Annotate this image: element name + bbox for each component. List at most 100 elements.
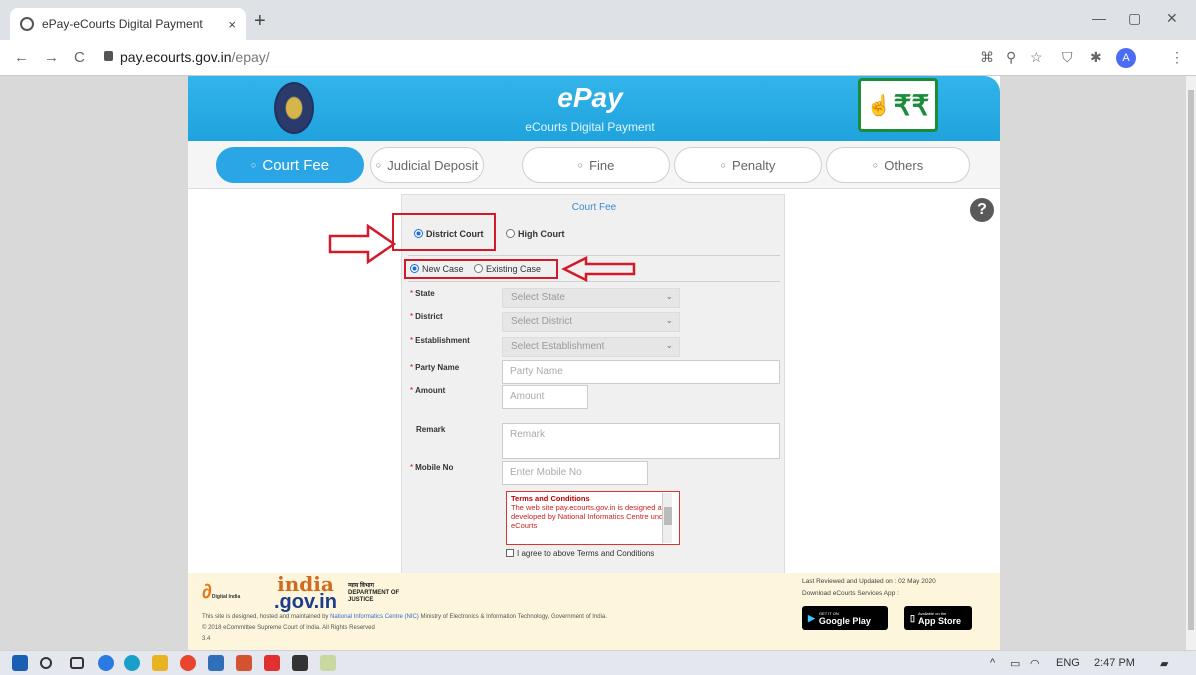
radio-label: High Court <box>518 229 565 239</box>
tab-judicial-deposit[interactable]: ○ Judicial Deposit <box>370 147 484 183</box>
app-icon[interactable] <box>292 655 308 671</box>
mobile-input[interactable]: Enter Mobile No <box>502 461 648 485</box>
task-view-icon[interactable] <box>70 657 84 669</box>
browser-tab-bar: ePay-eCourts Digital Payment × + — ▢ ✕ <box>0 0 1196 40</box>
select-value: Select Establishment <box>511 341 605 352</box>
translate-icon[interactable]: ⌘ <box>980 49 994 66</box>
browser-menu-icon[interactable]: ⋮ <box>1170 49 1184 66</box>
amount-input[interactable]: Amount <box>502 385 588 409</box>
notification-icon[interactable]: ▰ <box>1160 657 1168 670</box>
search-icon[interactable] <box>40 657 52 669</box>
app-store-button[interactable]: ▯ Available on the App Store <box>904 606 972 630</box>
wifi-icon[interactable]: ◠ <box>1030 657 1040 670</box>
url-field[interactable]: pay.ecourts.gov.in/epay/ <box>120 49 270 65</box>
district-select[interactable]: Select District ⌄ <box>502 312 680 332</box>
label-text: District <box>415 312 443 321</box>
page-scroll-thumb[interactable] <box>1188 90 1194 630</box>
page-footer: ∂Digital India india .gov.in न्याय विभाग D… <box>188 573 1000 650</box>
footer-version: 3.4 <box>202 636 211 642</box>
maximize-button[interactable]: ▢ <box>1128 10 1141 27</box>
court-emblem-logo <box>274 82 314 134</box>
chrome-icon[interactable] <box>180 655 196 671</box>
powerpoint-icon[interactable] <box>236 655 252 671</box>
terms-box[interactable]: Terms and Conditions The web site pay.ec… <box>506 491 680 545</box>
tab-title: ePay-eCourts Digital Payment <box>42 17 203 31</box>
existing-case-radio[interactable]: Existing Case <box>474 264 541 274</box>
edge-icon[interactable] <box>124 655 140 671</box>
help-icon[interactable]: ? <box>970 198 994 222</box>
app-icon[interactable] <box>320 655 336 671</box>
nic-link[interactable]: National Informatics Centre (NIC) <box>330 614 419 620</box>
lock-icon[interactable] <box>104 51 113 61</box>
tab-label: Others <box>884 157 924 173</box>
close-window-button[interactable]: ✕ <box>1166 10 1178 27</box>
clock[interactable]: 2:47 PM <box>1094 657 1135 669</box>
extensions-puzzle-icon[interactable]: ✱ <box>1090 49 1102 66</box>
radio-icon <box>506 229 515 238</box>
language-indicator[interactable]: ENG <box>1056 657 1080 669</box>
zoom-icon[interactable]: ⚲ <box>1006 49 1016 66</box>
district-court-radio[interactable]: District Court <box>414 229 484 239</box>
required-mark: * <box>410 336 414 345</box>
credits-text: Ministry of Electronics & Information Te… <box>418 614 607 620</box>
checkbox-icon <box>506 549 514 557</box>
tab-penalty[interactable]: ○ Penalty <box>674 147 822 183</box>
minimize-button[interactable]: — <box>1092 10 1106 26</box>
tab-close-button[interactable]: × <box>228 17 236 32</box>
battery-icon[interactable]: ▭ <box>1010 657 1020 670</box>
app-icon[interactable] <box>208 655 224 671</box>
browser-tab[interactable]: ePay-eCourts Digital Payment × <box>10 8 246 40</box>
radio-label: New Case <box>422 264 464 274</box>
radio-dot-icon: ○ <box>872 160 879 170</box>
establishment-label: * Establishment <box>410 336 470 345</box>
cortana-icon[interactable] <box>98 655 114 671</box>
required-mark: * <box>410 312 414 321</box>
google-play-button[interactable]: ▶ GET IT ON Google Play <box>802 606 888 630</box>
remark-textarea[interactable]: Remark <box>502 423 780 459</box>
digital-india-logo: ∂Digital India <box>202 581 241 603</box>
india-gov-logo[interactable]: india .gov.in <box>274 574 337 612</box>
terms-scrollbar[interactable] <box>662 493 672 543</box>
radio-selected-icon <box>410 264 419 273</box>
new-case-radio[interactable]: New Case <box>410 264 464 274</box>
epay-page: ePay eCourts Digital Payment ☝ ₹₹ ○ Court … <box>188 76 1000 650</box>
tab-court-fee[interactable]: ○ Court Fee <box>216 147 364 183</box>
media-icon[interactable] <box>264 655 280 671</box>
establishment-select[interactable]: Select Establishment ⌄ <box>502 337 680 357</box>
back-button[interactable]: ← <box>14 49 29 66</box>
profile-avatar[interactable]: A <box>1116 48 1136 68</box>
district-label: * District <box>410 312 443 321</box>
required-mark: * <box>410 363 414 372</box>
file-explorer-icon[interactable] <box>152 655 168 671</box>
label-text: Amount <box>415 386 446 395</box>
radio-dot-icon: ○ <box>577 160 584 170</box>
tab-others[interactable]: ○ Others <box>826 147 970 183</box>
digital-india-text: Digital India <box>211 594 241 600</box>
tab-fine[interactable]: ○ Fine <box>522 147 670 183</box>
footer-credits: This site is designed, hosted and mainta… <box>202 614 607 620</box>
agree-terms-checkbox[interactable]: I agree to above Terms and Conditions <box>506 549 654 558</box>
party-name-input[interactable]: Party Name <box>502 360 780 384</box>
forward-button[interactable]: → <box>44 49 59 66</box>
required-mark: * <box>410 289 414 298</box>
bookmark-star-icon[interactable]: ☆ <box>1030 49 1043 66</box>
doj-line-2: JUSTICE <box>348 597 374 603</box>
page-header: ePay eCourts Digital Payment ☝ ₹₹ <box>188 76 1000 141</box>
new-tab-button[interactable]: + <box>254 10 266 33</box>
state-select[interactable]: Select State ⌄ <box>502 288 680 308</box>
radio-icon <box>474 264 483 273</box>
windows-start-icon[interactable] <box>12 655 28 671</box>
form-title: Court Fee <box>571 202 617 213</box>
terms-scroll-thumb[interactable] <box>664 507 672 525</box>
shield-extension-icon[interactable]: ⛉ <box>1062 49 1073 66</box>
hand-icon: ☝ <box>866 94 892 117</box>
high-court-radio[interactable]: High Court <box>506 229 565 239</box>
url-path: /epay/ <box>231 49 270 65</box>
terms-text: The web site pay.ecourts.gov.in is desig… <box>511 503 670 530</box>
reload-button[interactable]: C <box>74 49 85 66</box>
chevron-down-icon: ⌄ <box>665 315 673 325</box>
tray-up-icon[interactable]: ^ <box>990 657 995 669</box>
tab-label: Court Fee <box>262 156 330 174</box>
radio-label: District Court <box>426 229 484 239</box>
amount-label: * Amount <box>410 386 445 395</box>
